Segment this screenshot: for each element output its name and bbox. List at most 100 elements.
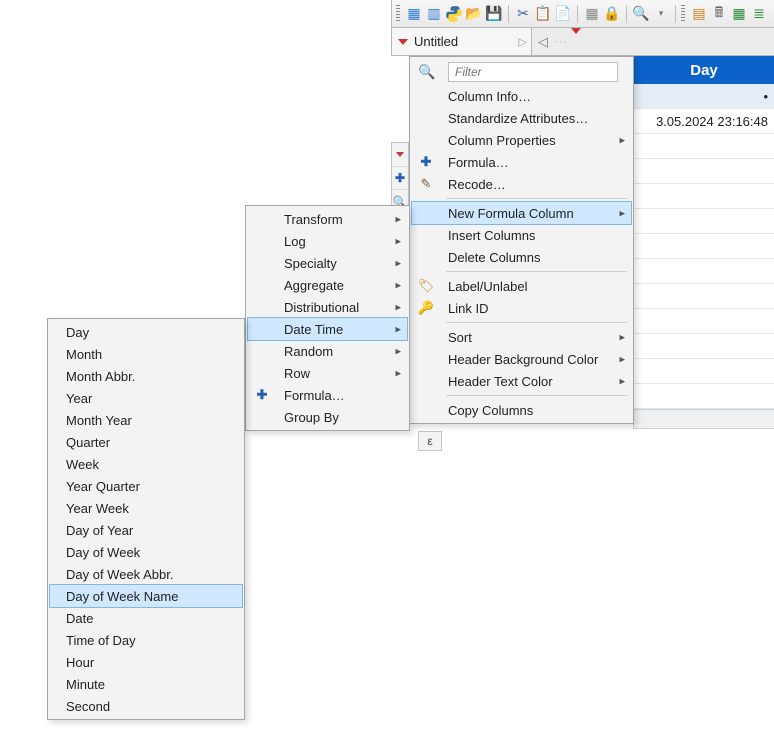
table-cell[interactable]: 3.05.2024 23:16:48 xyxy=(634,109,774,134)
mi-day-of-week[interactable]: Day of Week xyxy=(50,541,242,563)
mi-row[interactable]: Row xyxy=(248,362,407,384)
stack-icon[interactable]: ≣ xyxy=(750,5,768,23)
table-cell-marker[interactable]: • xyxy=(634,84,774,109)
search-icon[interactable]: 🔍 xyxy=(632,5,650,23)
table-cell[interactable] xyxy=(634,334,774,359)
table-cell[interactable] xyxy=(634,234,774,259)
mi-year-week[interactable]: Year Week xyxy=(50,497,242,519)
mi-column-properties[interactable]: Column Properties xyxy=(412,129,631,151)
mi-quarter[interactable]: Quarter xyxy=(50,431,242,453)
mi-random[interactable]: Random xyxy=(248,340,407,362)
mi-aggregate[interactable]: Aggregate xyxy=(248,274,407,296)
mi-recode[interactable]: ✎ Recode… xyxy=(412,173,631,195)
mi-distributional[interactable]: Distributional xyxy=(248,296,407,318)
new-script-icon[interactable]: ▥ xyxy=(425,5,443,23)
mi-minute[interactable]: Minute xyxy=(50,673,242,695)
table-cell[interactable] xyxy=(634,184,774,209)
mi-day[interactable]: Day xyxy=(50,321,242,343)
toolbar-grip[interactable] xyxy=(396,5,400,23)
search-dropdown-icon[interactable]: ▾ xyxy=(652,5,670,23)
mi-group-by[interactable]: Group By xyxy=(248,406,407,428)
mi-month[interactable]: Month xyxy=(50,343,242,365)
mi-label: Month Abbr. xyxy=(66,369,135,384)
column-total-cell[interactable]: ε xyxy=(418,431,442,451)
mi-column-info[interactable]: Column Info… xyxy=(412,85,631,107)
gutter-menu-icon[interactable] xyxy=(392,143,408,167)
column-context-menu: 🔍 Column Info… Standardize Attributes… C… xyxy=(409,56,634,424)
cut-icon[interactable]: ✂ xyxy=(514,5,532,23)
gutter-add-icon[interactable]: ✚ xyxy=(392,167,408,191)
mi-label: Random xyxy=(284,344,333,359)
row-gutter: ✚ 🔍 xyxy=(391,142,409,214)
mi-hour[interactable]: Hour xyxy=(50,651,242,673)
python-icon[interactable] xyxy=(445,5,463,23)
mi-month-abbr[interactable]: Month Abbr. xyxy=(50,365,242,387)
data-table-icon[interactable]: ▤ xyxy=(690,5,708,23)
table-cell[interactable] xyxy=(634,259,774,284)
open-icon[interactable]: 📂 xyxy=(465,5,483,23)
table-cell[interactable] xyxy=(634,209,774,234)
mi-transform[interactable]: Transform xyxy=(248,208,407,230)
document-tab[interactable]: Untitled ▷ xyxy=(392,28,532,55)
tile-icon[interactable]: ▦ xyxy=(730,5,748,23)
tab-list-dropdown[interactable] xyxy=(571,34,581,49)
date-time-submenu: DayMonth Month Abbr. YearMonth YearQuarter… xyxy=(47,318,245,720)
mi-time-of-day[interactable]: Time of Day xyxy=(50,629,242,651)
toolbar-grip[interactable] xyxy=(681,5,685,23)
mi-label: Insert Columns xyxy=(448,228,535,243)
mi-week[interactable]: Week xyxy=(50,453,242,475)
mi-label: Delete Columns xyxy=(448,250,541,265)
mi-day-of-week-name[interactable]: Day of Week Name xyxy=(50,585,242,607)
mi-month-year[interactable]: Month Year xyxy=(50,409,242,431)
column-marker: • xyxy=(763,89,768,104)
mi-year-quarter[interactable]: Year Quarter xyxy=(50,475,242,497)
menu-separator xyxy=(446,322,627,323)
mi-formula[interactable]: ✚ Formula… xyxy=(248,384,407,406)
lock-icon[interactable]: 🔒 xyxy=(603,5,621,23)
mi-second[interactable]: Second xyxy=(50,695,242,717)
table-cell[interactable] xyxy=(634,384,774,409)
save-icon[interactable]: 💾 xyxy=(485,5,503,23)
mi-standardize-attributes[interactable]: Standardize Attributes… xyxy=(412,107,631,129)
mi-label-unlabel[interactable]: 🏷 Label/Unlabel xyxy=(412,275,631,297)
mi-label: Row xyxy=(284,366,310,381)
copy-icon[interactable]: 📋 xyxy=(534,5,552,23)
mi-formula[interactable]: ✚ Formula… xyxy=(412,151,631,173)
table-cell[interactable] xyxy=(634,159,774,184)
table-cell[interactable] xyxy=(634,309,774,334)
mi-label: Formula… xyxy=(284,388,345,403)
prev-tab-icon[interactable]: ◁ xyxy=(536,34,550,50)
mi-label: Date xyxy=(66,611,93,626)
grid-icon[interactable]: ▦ xyxy=(583,5,601,23)
mi-link-id[interactable]: 🔑 Link ID xyxy=(412,297,631,319)
mi-log[interactable]: Log xyxy=(248,230,407,252)
mi-label: Distributional xyxy=(284,300,359,315)
table-cell[interactable] xyxy=(634,359,774,384)
mi-header-text-color[interactable]: Header Text Color xyxy=(412,370,631,392)
toolbar-separator xyxy=(508,5,509,23)
calculator-icon[interactable]: 🖩 xyxy=(710,5,728,23)
mi-delete-columns[interactable]: Delete Columns xyxy=(412,246,631,268)
tab-menu-icon[interactable] xyxy=(398,39,408,45)
menu-filter-input[interactable] xyxy=(448,62,618,82)
mi-sort[interactable]: Sort xyxy=(412,326,631,348)
mi-date[interactable]: Date xyxy=(50,607,242,629)
new-data-icon[interactable]: ▦ xyxy=(405,5,423,23)
mi-label: Time of Day xyxy=(66,633,136,648)
mi-day-of-year[interactable]: Day of Year xyxy=(50,519,242,541)
mi-copy-columns[interactable]: Copy Columns xyxy=(412,399,631,421)
mi-specialty[interactable]: Specialty xyxy=(248,252,407,274)
column-header-day[interactable]: Day xyxy=(634,56,774,84)
mi-header-bg-color[interactable]: Header Background Color xyxy=(412,348,631,370)
mi-insert-columns[interactable]: Insert Columns xyxy=(412,224,631,246)
cell-value: 3.05.2024 23:16:48 xyxy=(656,114,768,129)
mi-new-formula-column[interactable]: New Formula Column xyxy=(412,202,631,224)
mi-day-of-week-abbr[interactable]: Day of Week Abbr. xyxy=(50,563,242,585)
key-icon: 🔑 xyxy=(418,300,434,316)
mi-year[interactable]: Year xyxy=(50,387,242,409)
column-total-label: ε xyxy=(427,434,432,448)
mi-date-time[interactable]: Date Time xyxy=(248,318,407,340)
table-cell[interactable] xyxy=(634,284,774,309)
table-cell[interactable] xyxy=(634,134,774,159)
paste-icon[interactable]: 📄 xyxy=(554,5,572,23)
